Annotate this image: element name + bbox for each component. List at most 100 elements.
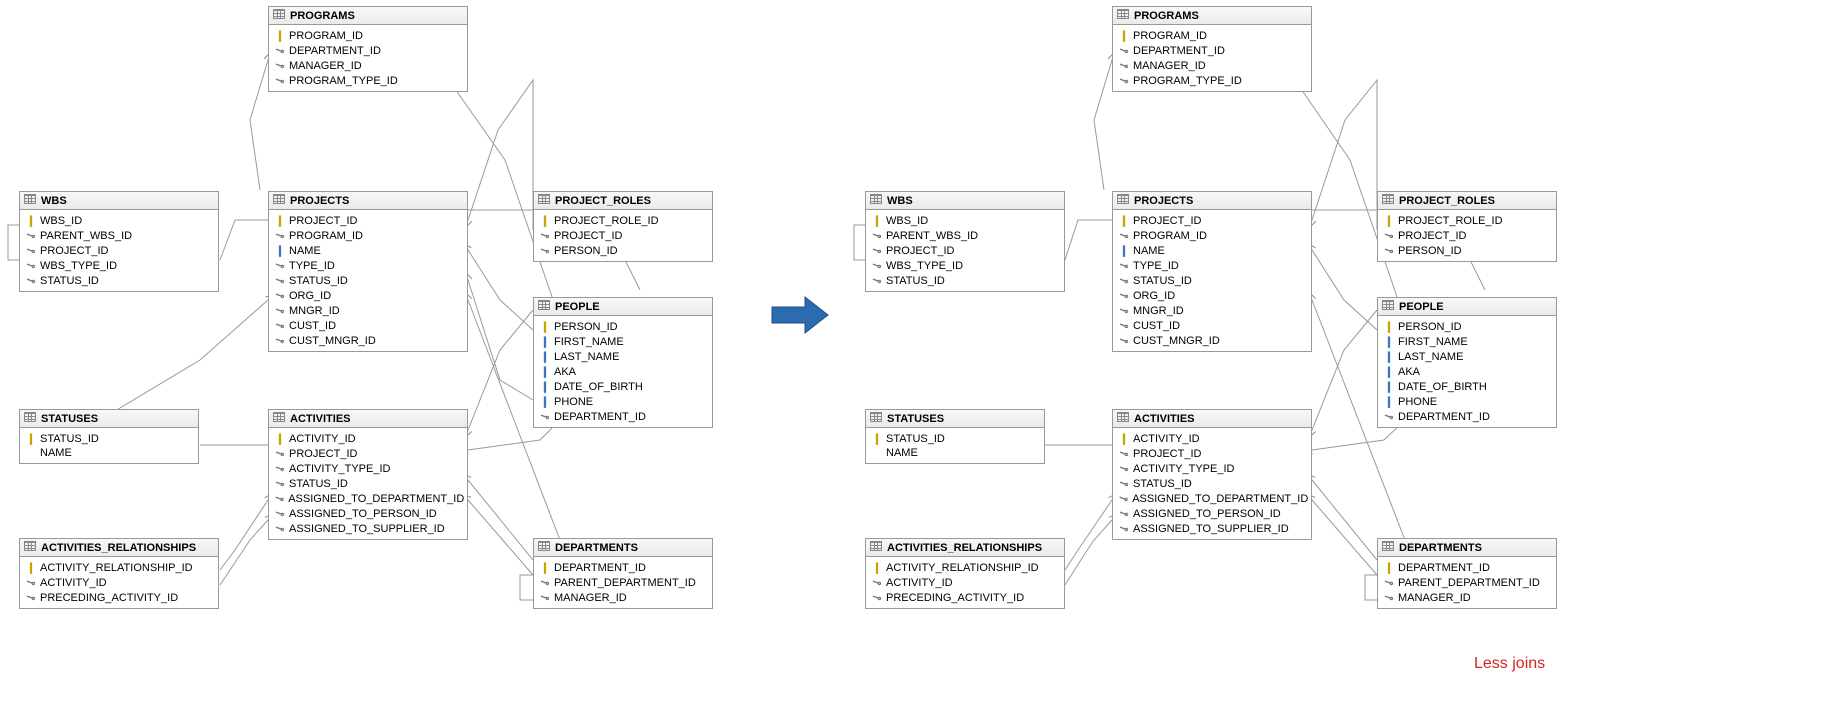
column-row: ❙ PROJECT_ID xyxy=(269,213,467,228)
table-icon xyxy=(1382,194,1396,207)
entity-body: ❙STATUS_ID NAME xyxy=(20,428,198,463)
relationship-line xyxy=(468,250,533,330)
entity-departments-right: DEPARTMENTS❙DEPARTMENT_ID⊸PARENT_DEPARTM… xyxy=(1377,538,1557,609)
column-name: NAME xyxy=(289,245,321,257)
primary-key-icon: ❙ xyxy=(540,561,550,574)
column-row: ❙PERSON_ID xyxy=(1378,319,1556,334)
column-name: CUST_MNGR_ID xyxy=(1133,335,1220,347)
column-name: PRECEDING_ACTIVITY_ID xyxy=(40,592,178,604)
foreign-key-icon: ⊸ xyxy=(870,243,884,259)
foreign-key-icon: ⊸ xyxy=(24,243,38,259)
column-row: ⊸ASSIGNED_TO_PERSON_ID xyxy=(269,506,467,521)
foreign-key-icon: ⊸ xyxy=(1117,506,1131,522)
foreign-key-icon: ⊸ xyxy=(273,476,287,492)
entity-title: PROGRAMS xyxy=(290,10,355,22)
column-name: WBS_ID xyxy=(886,215,928,227)
relationship-line xyxy=(8,225,19,260)
relationship-line xyxy=(1312,500,1377,575)
column-name: PROJECT_ID xyxy=(886,245,954,257)
foreign-key-icon: ⊸ xyxy=(273,288,287,304)
column-name: MANAGER_ID xyxy=(289,60,362,72)
column-row: ⊸ASSIGNED_TO_DEPARTMENT_ID xyxy=(1113,491,1311,506)
column-row: ❙STATUS_ID xyxy=(20,431,198,446)
entity-header: PROGRAMS xyxy=(269,7,467,25)
column-name: CUST_ID xyxy=(1133,320,1180,332)
foreign-key-icon: ⊸ xyxy=(273,58,287,74)
column-name: PERSON_ID xyxy=(1398,245,1462,257)
entity-activities-right: ACTIVITIES❙ACTIVITY_ID⊸PROJECT_ID⊸ACTIVI… xyxy=(1112,409,1312,540)
table-icon xyxy=(1117,194,1131,207)
column-name: PROGRAM_TYPE_ID xyxy=(1133,75,1242,87)
entity-header: PEOPLE xyxy=(534,298,712,316)
foreign-key-icon: ⊸ xyxy=(1117,461,1131,477)
column-name: ORG_ID xyxy=(289,290,331,302)
column-row: ❙LAST_NAME xyxy=(534,349,712,364)
column-row: ⊸ASSIGNED_TO_SUPPLIER_ID xyxy=(269,521,467,536)
table-icon xyxy=(870,194,884,207)
column-name: AKA xyxy=(554,366,576,378)
blank-icon xyxy=(26,447,36,459)
foreign-key-icon: ⊸ xyxy=(273,446,287,462)
index-icon: ❙ xyxy=(540,335,550,348)
column-name: ACTIVITY_ID xyxy=(289,433,356,445)
column-row: ❙ACTIVITY_RELATIONSHIP_ID xyxy=(866,560,1064,575)
column-name: DATE_OF_BIRTH xyxy=(554,381,643,393)
column-row: ⊸PROJECT_ID xyxy=(20,243,218,258)
relationship-line xyxy=(520,575,533,600)
column-name: PROGRAM_ID xyxy=(1133,230,1207,242)
foreign-key-icon: ⊸ xyxy=(1117,228,1131,244)
table-icon xyxy=(870,412,884,425)
column-name: ASSIGNED_TO_PERSON_ID xyxy=(1133,508,1281,520)
entity-header: DEPARTMENTS xyxy=(534,539,712,557)
relationship-line xyxy=(468,310,533,430)
column-row: ⊸PARENT_DEPARTMENT_ID xyxy=(1378,575,1556,590)
column-name: PROJECT_ID xyxy=(554,230,622,242)
column-row: ❙PHONE xyxy=(1378,394,1556,409)
relationship-line xyxy=(1065,220,1112,260)
column-name: STATUS_ID xyxy=(1133,478,1192,490)
foreign-key-icon: ⊸ xyxy=(1117,333,1131,349)
relationship-line xyxy=(220,520,268,585)
entity-wbs-right: WBS❙WBS_ID⊸PARENT_WBS_ID⊸PROJECT_ID⊸WBS_… xyxy=(865,191,1065,292)
primary-key-icon: ❙ xyxy=(1384,214,1394,227)
entity-body: ❙ACTIVITY_ID⊸PROJECT_ID⊸ACTIVITY_TYPE_ID… xyxy=(1113,428,1311,539)
primary-key-icon: ❙ xyxy=(1384,561,1394,574)
column-row: ❙PROGRAM_ID xyxy=(269,28,467,43)
entity-body: ❙DEPARTMENT_ID⊸PARENT_DEPARTMENT_ID⊸MANA… xyxy=(534,557,712,608)
relationship-line xyxy=(1312,310,1377,430)
entity-body: ❙WBS_ID⊸PARENT_WBS_ID⊸PROJECT_ID⊸WBS_TYP… xyxy=(866,210,1064,291)
column-name: NAME xyxy=(40,447,72,459)
column-row: ⊸TYPE_ID xyxy=(1113,258,1311,273)
column-name: STATUS_ID xyxy=(289,478,348,490)
column-row: ❙DATE_OF_BIRTH xyxy=(534,379,712,394)
entity-header: STATUSES xyxy=(866,410,1044,428)
column-row: ❙AKA xyxy=(1378,364,1556,379)
entity-header: PROJECTS xyxy=(1113,192,1311,210)
column-row: ⊸MNGR_ID xyxy=(269,303,467,318)
table-icon xyxy=(1117,9,1131,22)
entity-wbs-left: WBS❙WBS_ID⊸PARENT_WBS_ID⊸PROJECT_ID⊸WBS_… xyxy=(19,191,219,292)
foreign-key-icon: ⊸ xyxy=(24,273,38,289)
column-row: ⊸TYPE_ID xyxy=(269,258,467,273)
column-row: ⊸PROJECT_ID xyxy=(1378,228,1556,243)
primary-key-icon: ❙ xyxy=(275,214,285,227)
column-row: ⊸CUST_MNGR_ID xyxy=(1113,333,1311,348)
column-name: CUST_MNGR_ID xyxy=(289,335,376,347)
column-name: PROJECT_ID xyxy=(289,215,357,227)
entity-title: PROJECT_ROLES xyxy=(555,195,651,207)
entity-programs-left: PROGRAMS❙PROGRAM_ID⊸DEPARTMENT_ID⊸MANAGE… xyxy=(268,6,468,92)
table-icon xyxy=(1382,300,1396,313)
table-icon xyxy=(273,9,287,22)
entity-header: PEOPLE xyxy=(1378,298,1556,316)
relationship-line xyxy=(1312,250,1377,330)
column-row: ⊸PERSON_ID xyxy=(534,243,712,258)
entity-title: ACTIVITIES xyxy=(290,413,351,425)
table-icon xyxy=(24,541,38,554)
foreign-key-icon: ⊸ xyxy=(1117,273,1131,289)
foreign-key-icon: ⊸ xyxy=(538,228,552,244)
column-row: ⊸PARENT_WBS_ID xyxy=(20,228,218,243)
column-row: ❙PERSON_ID xyxy=(534,319,712,334)
column-row: ⊸CUST_ID xyxy=(1113,318,1311,333)
column-row: ⊸STATUS_ID xyxy=(269,476,467,491)
index-icon: ❙ xyxy=(540,365,550,378)
